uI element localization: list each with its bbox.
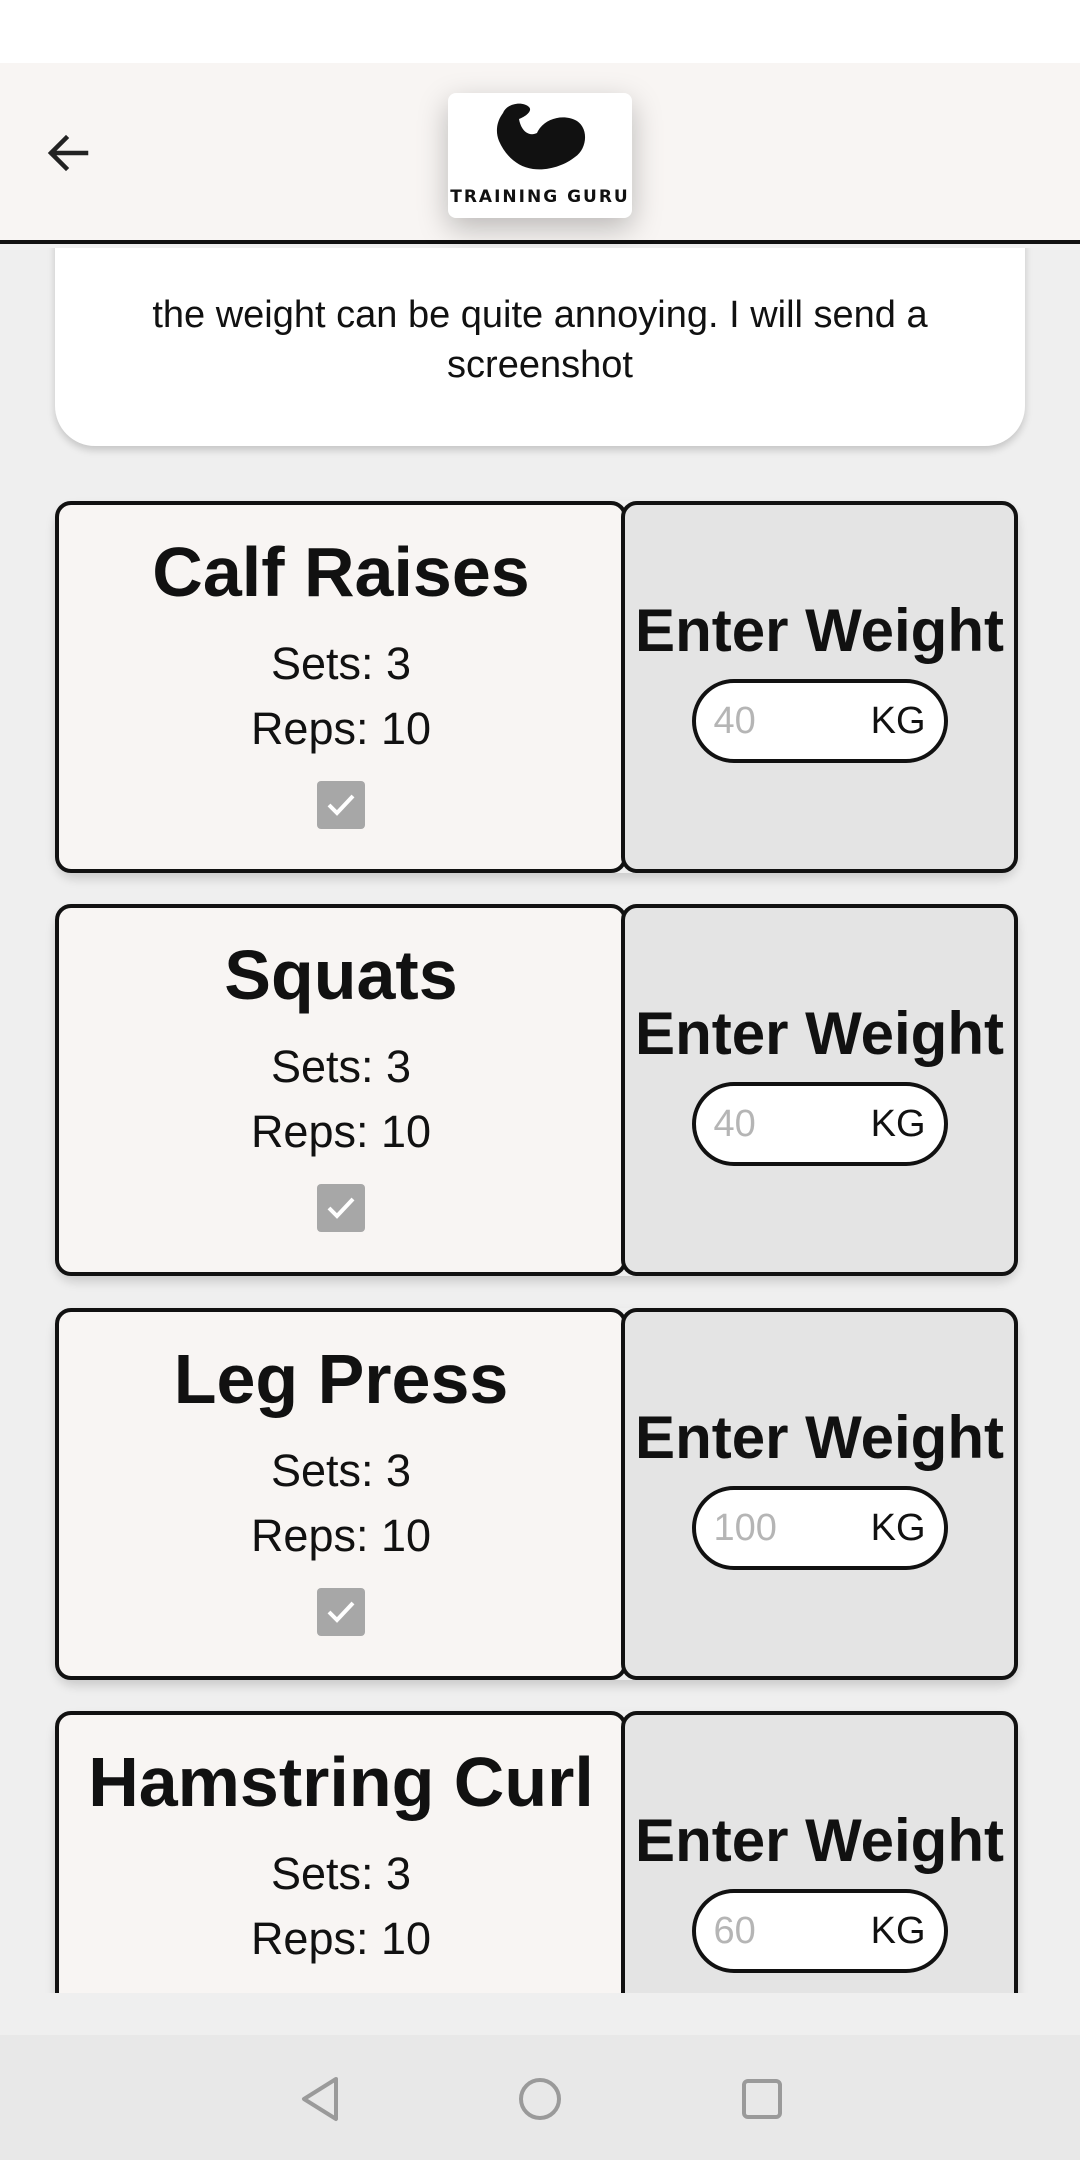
flexed-bicep-icon — [496, 103, 586, 170]
triangle-back-icon — [302, 2077, 338, 2121]
weight-panel: Enter Weight KG — [621, 1711, 1018, 1993]
completed-checkbox[interactable] — [317, 1588, 365, 1636]
arrow-left-icon — [47, 134, 89, 172]
square-recents-icon — [742, 2079, 782, 2119]
app-bar: TRAINING GURU — [0, 63, 1080, 244]
exercise-info: Squats Sets: 3 Reps: 10 — [55, 904, 627, 1276]
check-icon — [327, 1601, 355, 1623]
exercise-card: Calf Raises Sets: 3 Reps: 10 Enter Weigh… — [55, 501, 1018, 873]
status-bar — [0, 0, 1080, 63]
exercise-name: Leg Press — [173, 1340, 509, 1418]
weight-label: Enter Weight — [635, 1404, 1004, 1471]
exercise-sets: Sets: 3 — [270, 1445, 412, 1496]
weight-field[interactable]: KG — [691, 1082, 948, 1166]
weight-unit: KG — [870, 699, 926, 742]
app-logo: TRAINING GURU — [448, 93, 632, 218]
weight-label: Enter Weight — [635, 1000, 1004, 1067]
exercise-card: Hamstring Curl Sets: 3 Reps: 10 Enter We… — [55, 1711, 1018, 1993]
weight-input[interactable] — [713, 1102, 864, 1146]
exercise-reps: Reps: 10 — [250, 1510, 432, 1561]
note-card: the weight can be quite annoying. I will… — [55, 248, 1025, 446]
check-icon — [327, 1197, 355, 1219]
nav-recents-button[interactable] — [738, 2075, 786, 2123]
weight-unit: KG — [870, 1506, 926, 1549]
weight-label: Enter Weight — [635, 1807, 1004, 1874]
system-nav-bar — [0, 2035, 1080, 2160]
note-text: the weight can be quite annoying. I will… — [152, 294, 928, 386]
exercise-info: Hamstring Curl Sets: 3 Reps: 10 — [55, 1711, 627, 1993]
weight-panel: Enter Weight KG — [621, 501, 1018, 873]
exercise-name: Hamstring Curl — [88, 1743, 594, 1821]
exercise-sets: Sets: 3 — [270, 1041, 412, 1092]
circle-home-icon — [519, 2078, 561, 2120]
exercise-sets: Sets: 3 — [270, 638, 412, 689]
weight-input[interactable] — [713, 1909, 864, 1953]
exercise-info: Leg Press Sets: 3 Reps: 10 — [55, 1308, 627, 1680]
exercise-card: Leg Press Sets: 3 Reps: 10 Enter Weight … — [55, 1308, 1018, 1680]
nav-home-button[interactable] — [516, 2075, 564, 2123]
weight-input[interactable] — [713, 1506, 864, 1550]
back-button[interactable] — [38, 123, 98, 183]
weight-panel: Enter Weight KG — [621, 1308, 1018, 1680]
exercise-reps: Reps: 10 — [250, 703, 432, 754]
workout-list[interactable]: the weight can be quite annoying. I will… — [0, 248, 1080, 1993]
nav-back-button[interactable] — [296, 2075, 344, 2123]
weight-unit: KG — [870, 1909, 926, 1952]
completed-checkbox[interactable] — [317, 781, 365, 829]
weight-input[interactable] — [713, 699, 864, 743]
exercise-name: Squats — [224, 936, 458, 1014]
exercise-reps: Reps: 10 — [250, 1106, 432, 1157]
weight-field[interactable]: KG — [691, 1486, 948, 1570]
exercise-name: Calf Raises — [152, 533, 530, 611]
check-icon — [327, 794, 355, 816]
weight-label: Enter Weight — [635, 597, 1004, 664]
exercise-sets: Sets: 3 — [270, 1848, 412, 1899]
completed-checkbox[interactable] — [317, 1184, 365, 1232]
weight-field[interactable]: KG — [691, 1889, 948, 1973]
logo-text: TRAINING GURU — [450, 187, 630, 207]
weight-field[interactable]: KG — [691, 679, 948, 763]
exercise-reps: Reps: 10 — [250, 1913, 432, 1964]
weight-panel: Enter Weight KG — [621, 904, 1018, 1276]
exercise-card: Squats Sets: 3 Reps: 10 Enter Weight KG — [55, 904, 1018, 1276]
exercise-info: Calf Raises Sets: 3 Reps: 10 — [55, 501, 627, 873]
weight-unit: KG — [870, 1102, 926, 1145]
